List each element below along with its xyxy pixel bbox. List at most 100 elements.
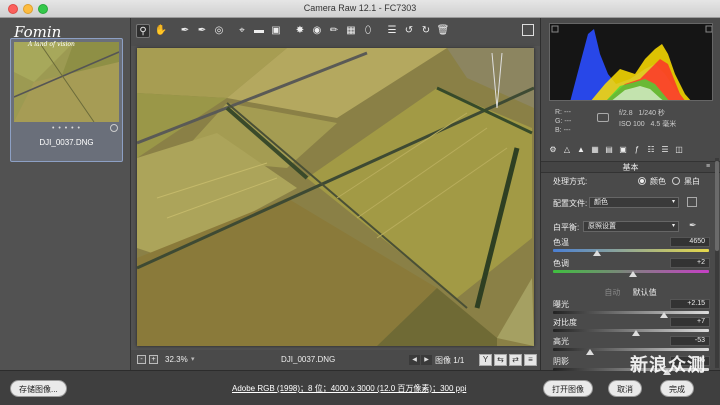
treatment-bw-label: 黑白 (684, 177, 700, 186)
eyedropper-icon[interactable]: ✒ (689, 220, 697, 231)
basic-tab-icon[interactable]: ⚙ (548, 145, 558, 155)
thumbnail-image (14, 42, 119, 122)
auto-button[interactable]: 自动 (604, 288, 620, 297)
cancel-button[interactable]: 取消 (608, 380, 642, 397)
treatment-color-radio[interactable] (638, 177, 646, 185)
panel-scrollbar-thumb[interactable] (715, 161, 719, 251)
slider-track-0[interactable] (553, 249, 709, 252)
red-eye-tool-icon[interactable]: ◉ (310, 24, 324, 38)
profile-dropdown[interactable]: 颜色 ▾ (589, 197, 679, 208)
transform-tool-icon[interactable]: ▣ (269, 24, 283, 38)
preferences-icon[interactable]: ☰ (385, 24, 399, 38)
next-image-icon[interactable]: ▶ (421, 355, 432, 365)
zoom-in-button[interactable]: + (149, 355, 158, 364)
toggle-fullscreen-icon[interactable] (522, 24, 534, 36)
effects-tab-icon[interactable]: ƒ (632, 145, 642, 155)
slider-value-3[interactable]: +7 (670, 317, 710, 327)
hand-tool-icon[interactable]: ✋ (154, 24, 168, 38)
zoom-dropdown-icon[interactable]: ▾ (191, 355, 195, 363)
slider-value-2[interactable]: +2.15 (670, 299, 710, 309)
watermark-text-1: 新 (630, 355, 649, 376)
workflow-options-link[interactable]: Adobe RGB (1998)；8 位；4000 x 3000 (12.0 百… (232, 383, 466, 394)
sync-icon (110, 124, 118, 132)
preview-image[interactable] (137, 48, 534, 346)
toggle-view-icon[interactable]: ≡ (524, 354, 537, 366)
detail-tab-icon[interactable]: ▲ (576, 145, 586, 155)
sina-watermark: 新浪众测 (630, 351, 706, 377)
slider-knob-1[interactable] (628, 271, 637, 277)
logo-main-text: Fomin (14, 23, 62, 41)
trash-icon[interactable]: 🗑 (436, 24, 450, 38)
histogram (549, 23, 713, 101)
treatment-label: 处理方式: (553, 177, 588, 186)
rotate-right-icon[interactable]: ↻ (419, 24, 433, 38)
copy-settings-icon[interactable]: ⇄ (509, 354, 522, 366)
presets-tab-icon[interactable]: ☰ (660, 145, 670, 155)
slider-knob-4[interactable] (586, 349, 595, 355)
profile-browser-icon[interactable] (687, 197, 697, 207)
camera-readout: R: --- G: --- B: --- f/2.8 1/240 秒 ISO 1… (549, 106, 713, 138)
r-value: --- (563, 109, 571, 116)
slider-value-4[interactable]: -53 (670, 336, 710, 346)
slider-label-3: 对比度 (553, 318, 577, 327)
slider-label-4: 高光 (553, 337, 569, 346)
footer-bar: 存储图像... Adobe RGB (1998)；8 位；4000 x 3000… (0, 370, 720, 405)
zoom-tool-icon[interactable]: ⚲ (136, 24, 150, 38)
panel-tabs: ⚙ △ ▲ ▦ ▤ ▣ ƒ ☷ ☰ ◫ (545, 143, 717, 157)
g-label: G: (555, 118, 563, 125)
save-image-button[interactable]: 存储图像... (10, 380, 67, 397)
color-sampler-tool-icon[interactable]: ✒ (195, 24, 209, 38)
r-label: R: (555, 109, 562, 116)
treatment-bw-radio[interactable] (672, 177, 680, 185)
aperture-value: f/2.8 (619, 110, 633, 117)
slider-value-0[interactable]: 4650 (670, 237, 710, 247)
slider-track-2[interactable] (553, 311, 709, 314)
split-toning-tab-icon[interactable]: ▤ (604, 145, 614, 155)
white-balance-tool-icon[interactable]: ✒ (178, 24, 192, 38)
window-title: Camera Raw 12.1 - FC7303 (303, 3, 417, 13)
image-canvas[interactable] (131, 46, 540, 350)
zoom-level[interactable]: 32.3% (165, 355, 188, 364)
adjustment-brush-icon[interactable]: ✏ (327, 24, 341, 38)
lens-tab-icon[interactable]: ▣ (618, 145, 628, 155)
filmstrip-thumbnail[interactable]: • • • • • DJI_0037.DNG (10, 38, 123, 162)
done-button[interactable]: 完成 (660, 380, 694, 397)
default-button[interactable]: 默认值 (633, 288, 657, 297)
iso-value: ISO 100 (619, 121, 645, 128)
shutter-value: 1/240 秒 (638, 110, 665, 117)
thumbnail-rating[interactable]: • • • • • (11, 125, 122, 132)
focal-length-value: 4.5 毫米 (650, 121, 677, 128)
g-value: --- (564, 118, 572, 125)
white-balance-label: 白平衡: (553, 223, 580, 232)
previous-image-icon[interactable]: ◀ (409, 355, 420, 365)
tone-curve-tab-icon[interactable]: △ (562, 145, 572, 155)
b-label: B: (555, 127, 562, 134)
treatment-color-label: 颜色 (650, 177, 666, 186)
adjustments-panel: R: --- G: --- B: --- f/2.8 1/240 秒 ISO 1… (540, 18, 720, 375)
before-after-button[interactable]: Y (479, 354, 492, 366)
slider-label-1: 色调 (553, 259, 569, 268)
radial-filter-icon[interactable]: ⬯ (361, 24, 375, 38)
crop-tool-icon[interactable]: ⌖ (235, 24, 249, 38)
graduated-filter-icon[interactable]: ▦ (344, 24, 358, 38)
hsl-tab-icon[interactable]: ▦ (590, 145, 600, 155)
slider-knob-0[interactable] (592, 250, 601, 256)
straighten-tool-icon[interactable]: ▬ (252, 24, 266, 38)
white-balance-dropdown[interactable]: 原照设置 ▾ (583, 221, 679, 232)
slider-value-1[interactable]: +2 (670, 258, 710, 268)
camera-icon (597, 113, 609, 122)
snapshots-tab-icon[interactable]: ◫ (674, 145, 684, 155)
targeted-adjustment-tool-icon[interactable]: ◎ (212, 24, 226, 38)
rotate-left-icon[interactable]: ↺ (402, 24, 416, 38)
slider-knob-2[interactable] (659, 312, 668, 318)
zoom-out-button[interactable]: - (137, 355, 146, 364)
spot-removal-tool-icon[interactable]: ✸ (293, 24, 307, 38)
open-image-button[interactable]: 打开图像 (543, 380, 593, 397)
swap-settings-icon[interactable]: ⇆ (494, 354, 507, 366)
title-bar: Camera Raw 12.1 - FC7303 (0, 0, 720, 18)
panel-menu-icon[interactable]: ≡ (706, 163, 714, 171)
slider-knob-3[interactable] (631, 330, 640, 336)
b-value: --- (563, 127, 571, 134)
calibration-tab-icon[interactable]: ☷ (646, 145, 656, 155)
watermark-logo: Fomin A land of vision (14, 23, 75, 48)
